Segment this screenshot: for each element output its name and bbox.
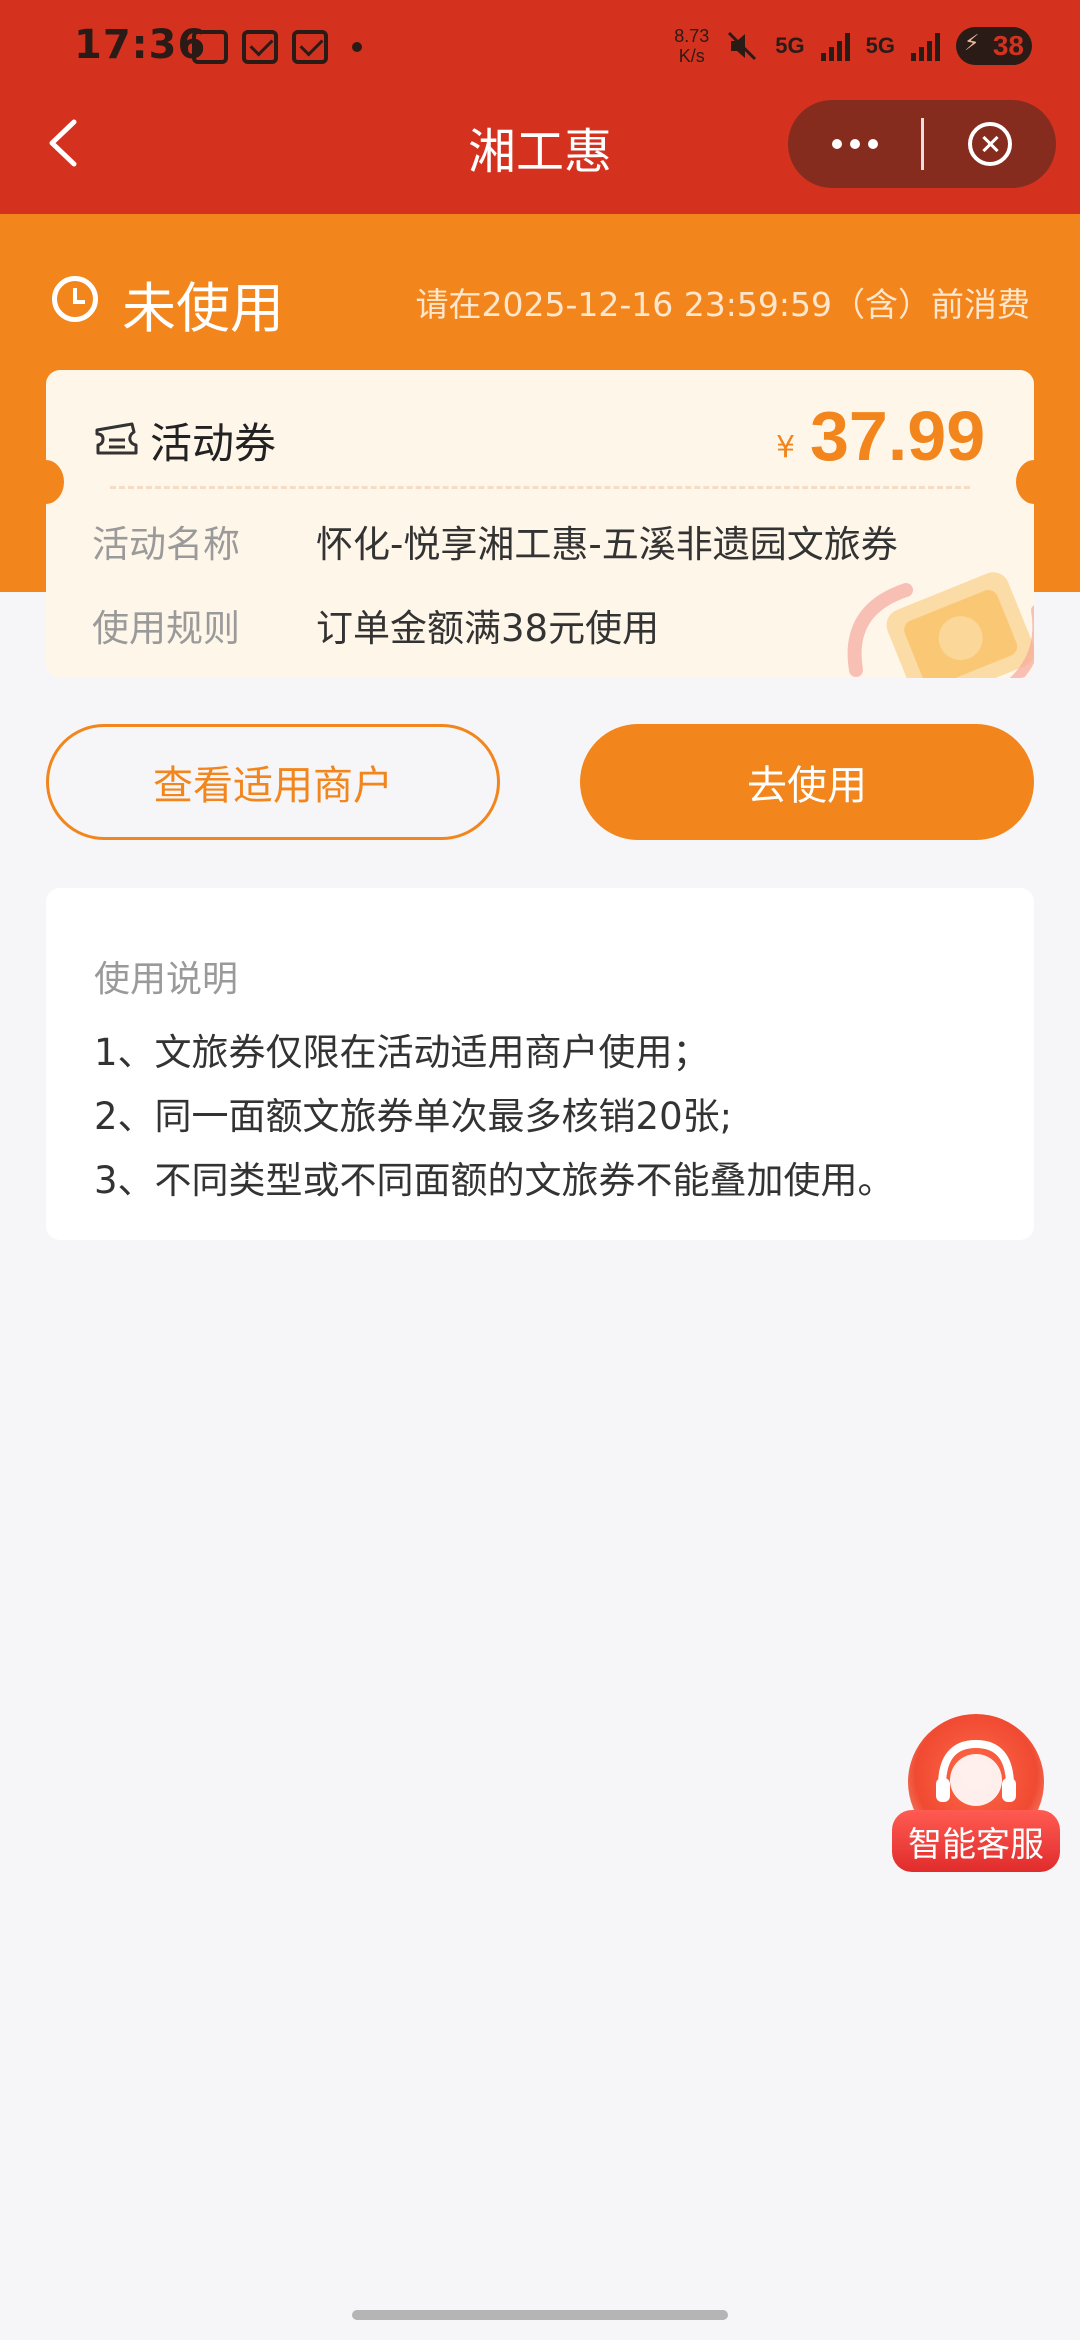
status-system-icons: 8.73 K/s 5G 5G 38 [674,26,1032,66]
coupon-card: 活动券 ¥ 37.99 活动名称 怀化-悦享湘工惠-五溪非遗园文旅券 使用规则 … [46,370,1034,678]
network-speed-value: 8.73 [674,26,710,46]
battery-icon: 38 [956,27,1032,65]
coupon-divider [110,486,970,489]
usage-rule-label: 使用规则 [92,607,240,650]
signal-2-icon [911,31,940,61]
mail-icon [292,30,328,64]
coupon-illustration [847,572,1034,678]
card-notch-left [28,460,64,504]
instruction-item: 2、同一面额文旅券单次最多核销20张; [94,1095,733,1138]
coupon-deadline: 请在2025-12-16 23:59:59（含）前消费 [415,285,1030,324]
ticket-icon [95,422,138,455]
coupon-status: 未使用 [122,277,284,340]
instructions-title: 使用说明 [94,959,239,1000]
signal-1-icon [820,31,850,61]
coupon-type: 活动券 [150,419,277,468]
customer-service-label: 智能客服 [892,1810,1060,1872]
activity-name-label: 活动名称 [92,523,240,566]
more-notifications-dot-icon [352,42,362,52]
card-notch-right [1016,460,1052,504]
miniprogram-capsule [788,100,1056,188]
status-notification-icons [192,30,362,64]
mute-icon [728,31,757,61]
screenshot-icon [192,30,228,64]
usage-rule-value: 订单金额满38元使用 [316,607,660,650]
instruction-item: 3、不同类型或不同面额的文旅券不能叠加使用。 [94,1159,895,1202]
network-speed-unit: K/s [678,46,705,66]
top-bar: 17:36 8.73 K/s 5G 5G 38 湘工惠 [0,0,1080,214]
coupon-amount: 37.99 [810,397,986,475]
network-speed: 8.73 K/s [674,26,709,66]
clock-icon [52,276,98,322]
close-circle-icon [968,122,1012,166]
signal-2-type: 5G [865,33,895,58]
signal-1-type: 5G [775,33,805,58]
currency-symbol: ¥ [776,430,796,465]
instruction-item: 1、文旅券仅限在活动适用商户使用； [94,1031,710,1074]
activity-name-value: 怀化-悦享湘工惠-五溪非遗园文旅券 [316,523,898,566]
home-indicator[interactable] [352,2310,728,2320]
close-miniprogram-button[interactable] [924,100,1056,188]
smart-customer-service-button[interactable]: 智能客服 [892,1714,1060,1880]
battery-level: 38 [992,30,1024,61]
mail-icon [242,30,278,64]
use-coupon-button[interactable]: 去使用 [580,724,1034,840]
view-applicable-merchants-button[interactable]: 查看适用商户 [46,724,500,840]
status-time: 17:36 [74,22,207,68]
more-icon[interactable] [788,100,921,188]
usage-instructions-card: 使用说明 1、文旅券仅限在活动适用商户使用； 2、同一面额文旅券单次最多核销20… [46,888,1034,1240]
